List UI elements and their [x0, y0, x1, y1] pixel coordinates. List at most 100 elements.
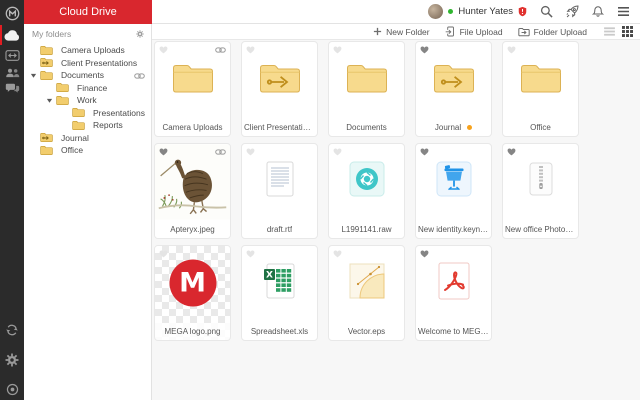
tree-item-reports[interactable]: Reports — [24, 119, 151, 132]
user-menu[interactable]: Hunter Yates — [428, 4, 527, 19]
rail-settings-icon[interactable] — [0, 350, 24, 370]
svg-text:X: X — [266, 270, 273, 280]
tree-item-finance[interactable]: Finance — [24, 82, 151, 95]
tree-item-documents[interactable]: Documents — [24, 69, 151, 82]
item-name: Spreadsheet.xls — [250, 327, 309, 336]
folder-icon — [56, 95, 73, 106]
avatar[interactable] — [428, 4, 444, 19]
grid-item-new-office-photoalbum-zip[interactable]: New office Photoalbum.zip — [502, 143, 579, 239]
pdf-file-icon — [416, 261, 491, 301]
tree-item-label: Journal — [61, 132, 89, 143]
folder-icon — [503, 61, 578, 95]
folder-icon — [72, 107, 89, 118]
favorite-heart-icon-muted[interactable] — [333, 148, 342, 156]
favorite-heart-icon-muted[interactable] — [333, 46, 342, 54]
grid-item-spreadsheet-xls[interactable]: X Spreadsheet.xls — [241, 245, 318, 341]
file-upload-button[interactable]: File Upload — [445, 26, 503, 37]
grid-item-camera-uploads[interactable]: Camera Uploads — [154, 41, 231, 137]
grid-item-new-identity-keynote[interactable]: New identity.keynote — [415, 143, 492, 239]
tree-item-journal[interactable]: Journal — [24, 132, 151, 145]
grid-item-welcome-to-mega-pdf[interactable]: Welcome to MEGA.pdf — [415, 245, 492, 341]
tree-item-label: Documents — [61, 70, 104, 81]
rocket-icon[interactable] — [566, 5, 579, 18]
rail-status-icon[interactable] — [0, 379, 24, 399]
grid-item-client-presentations[interactable]: Client Presentations — [241, 41, 318, 137]
folder-icon — [329, 61, 404, 95]
search-icon[interactable] — [540, 5, 553, 18]
folder-icon — [56, 82, 73, 93]
rail-sync-icon[interactable] — [0, 320, 24, 340]
grid-item-mega-logo-png[interactable]: M MEGA logo.png — [154, 245, 231, 341]
folder-icon — [40, 145, 57, 156]
text-file-icon — [242, 159, 317, 199]
folder-upload-button[interactable]: Folder Upload — [517, 26, 587, 37]
file-browser: Camera Uploads Client Presentations Docume… — [152, 40, 640, 400]
panel-header: My folders — [24, 24, 151, 41]
folder-icon — [40, 70, 57, 81]
tree-expand-caret[interactable] — [30, 72, 40, 79]
favorite-heart-icon-muted[interactable] — [159, 46, 168, 54]
grid-item-documents[interactable]: Documents — [328, 41, 405, 137]
item-name: draft.rtf — [266, 225, 293, 234]
eps-file-icon — [329, 261, 404, 301]
item-name: Welcome to MEGA.pdf — [418, 327, 489, 336]
public-link-icon — [215, 148, 226, 156]
notifications-bell-icon[interactable] — [592, 5, 604, 18]
toolbar: New Folder File Upload Folder Upload — [152, 24, 640, 40]
user-name: Hunter Yates — [458, 6, 513, 17]
item-name: Apteryx.jpeg — [155, 221, 230, 238]
item-name: Client Presentations — [244, 123, 315, 132]
rail-mega-logo-icon[interactable] — [0, 3, 24, 23]
favorite-heart-icon[interactable] — [420, 46, 429, 54]
grid-item-apteryx-jpeg[interactable]: Apteryx.jpeg — [154, 143, 231, 239]
membership-shield-icon — [518, 6, 527, 17]
folders-options-icon[interactable] — [136, 29, 144, 38]
image-thumbnail-transparent: M MEGA logo.png — [155, 246, 230, 340]
item-name: Office — [530, 123, 551, 132]
tree-expand-caret[interactable] — [46, 97, 56, 104]
page-title: Cloud Drive — [59, 6, 117, 18]
grid-item-journal[interactable]: Journal — [415, 41, 492, 137]
view-toggle-group — [604, 26, 633, 37]
excel-file-icon: X — [242, 261, 317, 301]
tree-item-label: Finance — [77, 82, 108, 93]
favorite-heart-icon-muted[interactable] — [246, 46, 255, 54]
keynote-file-icon — [416, 159, 491, 199]
favorite-heart-icon[interactable] — [507, 148, 516, 156]
item-name: Vector.eps — [347, 327, 386, 336]
favorite-heart-icon[interactable] — [159, 148, 168, 156]
rail-cloud-drive-icon[interactable] — [0, 25, 24, 45]
tree-item-presentations[interactable]: Presentations — [24, 107, 151, 120]
zip-file-icon — [503, 159, 578, 199]
favorite-heart-icon[interactable] — [420, 250, 429, 258]
favorite-heart-icon-muted[interactable] — [507, 46, 516, 54]
grid-view-icon[interactable] — [622, 26, 633, 37]
item-name: MEGA logo.png — [155, 323, 230, 340]
rail-shared-folders-icon[interactable] — [0, 45, 24, 65]
grid-item-office[interactable]: Office — [502, 41, 579, 137]
grid-item-l1991141-raw[interactable]: L1991141.raw — [328, 143, 405, 239]
favorite-heart-icon-muted[interactable] — [246, 250, 255, 258]
favorite-heart-icon[interactable] — [420, 148, 429, 156]
item-name: Camera Uploads — [162, 123, 223, 132]
menu-icon[interactable] — [617, 6, 630, 17]
grid-item-draft-rtf[interactable]: draft.rtf — [241, 143, 318, 239]
item-name: Documents — [346, 123, 387, 132]
button-label: New Folder — [386, 26, 430, 37]
shared-folder-icon — [416, 61, 491, 95]
list-view-icon[interactable] — [604, 27, 615, 36]
tree-item-office[interactable]: Office — [24, 144, 151, 157]
new-folder-button[interactable]: New Folder — [373, 26, 430, 37]
file-upload-icon — [445, 26, 456, 37]
grid-item-vector-eps[interactable]: Vector.eps — [328, 245, 405, 341]
tree-item-work[interactable]: Work — [24, 94, 151, 107]
rail-chat-icon[interactable] — [0, 78, 24, 98]
favorite-heart-icon-muted[interactable] — [333, 250, 342, 258]
favorite-heart-icon-muted[interactable] — [159, 250, 168, 258]
tree-item-camera-uploads[interactable]: Camera Uploads — [24, 44, 151, 57]
favorite-heart-icon-muted[interactable] — [246, 148, 255, 156]
tree-item-client-presentations[interactable]: Client Presentations — [24, 57, 151, 70]
public-link-icon[interactable] — [134, 72, 145, 80]
button-label: Folder Upload — [533, 26, 587, 37]
tree-item-label: Client Presentations — [61, 57, 138, 68]
